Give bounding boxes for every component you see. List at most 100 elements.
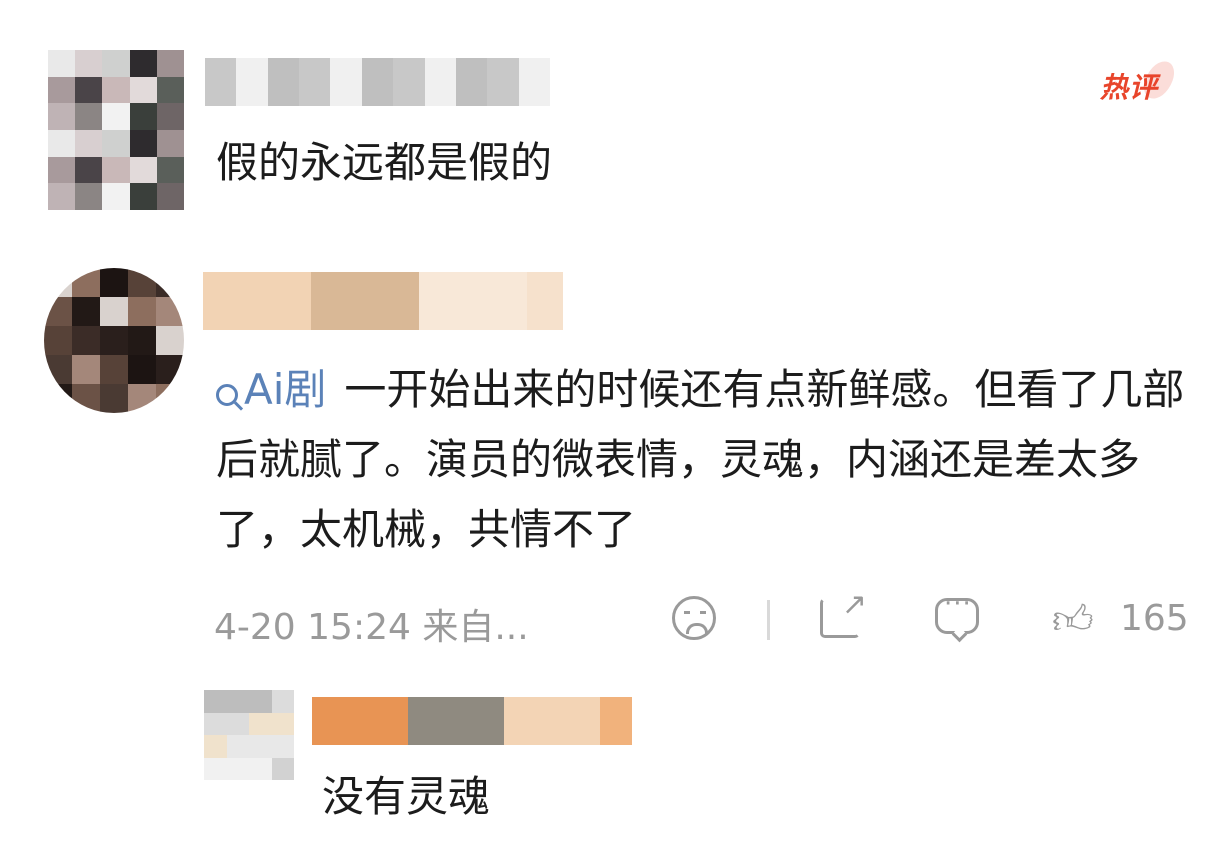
mosaic-cell bbox=[249, 690, 272, 713]
mosaic-cell bbox=[129, 183, 157, 210]
comment-timestamp: 4-20 15:24 bbox=[214, 607, 411, 648]
mosaic-cell bbox=[72, 384, 100, 413]
like-count[interactable]: 165 bbox=[1120, 598, 1189, 639]
mosaic-cell bbox=[129, 76, 157, 104]
mosaic-cell bbox=[275, 272, 311, 330]
mosaic-cell bbox=[75, 76, 103, 104]
hot-comment-badge: 热评 bbox=[1100, 56, 1179, 106]
mosaic-cell bbox=[455, 58, 488, 106]
mosaic-cell bbox=[271, 690, 294, 713]
mosaic-cell bbox=[156, 297, 184, 326]
topic-link-label: Ai剧 bbox=[244, 365, 327, 414]
mosaic-cell bbox=[361, 58, 394, 106]
search-icon bbox=[216, 384, 238, 406]
mosaic-cell bbox=[75, 129, 103, 157]
topic-link-ai-drama[interactable]: Ai剧 bbox=[216, 365, 326, 414]
mosaic-cell bbox=[72, 326, 100, 355]
reply-text: 没有灵魂 bbox=[322, 772, 491, 821]
mosaic-cell bbox=[424, 58, 456, 106]
mosaic-cell bbox=[48, 50, 76, 77]
mosaic-cell bbox=[72, 355, 100, 384]
mosaic-cell bbox=[100, 268, 128, 297]
comment-icon[interactable] bbox=[935, 589, 979, 634]
username-commenter-2-blurred[interactable] bbox=[203, 272, 563, 330]
avatar-commenter-2[interactable] bbox=[44, 268, 184, 413]
mosaic-cell bbox=[72, 297, 100, 326]
mosaic-cell bbox=[271, 757, 294, 780]
mosaic-cell bbox=[226, 735, 249, 758]
mosaic-cell bbox=[102, 183, 130, 210]
mosaic-cell bbox=[204, 757, 227, 780]
mosaic-cell bbox=[44, 268, 72, 297]
mosaic-cell bbox=[75, 50, 103, 77]
mosaic-cell bbox=[299, 58, 331, 106]
mosaic-cell bbox=[128, 355, 156, 384]
mosaic-cell bbox=[129, 156, 157, 184]
comment-2-text: Ai剧 一开始出来的时候还有点新鲜感。但看了几部后就腻了。演员的微表情，灵魂，内涵… bbox=[216, 355, 1196, 565]
mosaic-cell bbox=[44, 297, 72, 326]
mosaic-cell bbox=[376, 697, 408, 745]
mosaic-cell bbox=[271, 712, 294, 735]
mosaic-cell bbox=[271, 735, 294, 758]
mosaic-cell bbox=[48, 129, 76, 157]
mosaic-cell bbox=[129, 129, 157, 157]
mosaic-cell bbox=[48, 183, 76, 210]
username-replier-blurred[interactable] bbox=[312, 697, 632, 745]
mosaic-cell bbox=[102, 103, 130, 130]
mosaic-cell bbox=[129, 103, 157, 130]
mosaic-cell bbox=[156, 50, 184, 77]
mosaic-cell bbox=[44, 355, 72, 384]
mosaic-cell bbox=[491, 272, 527, 330]
mosaic-cell bbox=[236, 58, 268, 106]
mosaic-cell bbox=[249, 757, 272, 780]
mosaic-cell bbox=[527, 272, 563, 330]
mosaic-cell bbox=[128, 268, 156, 297]
username-commenter-1-blurred[interactable] bbox=[205, 58, 550, 106]
mosaic-cell bbox=[156, 384, 184, 413]
avatar-commenter-1[interactable] bbox=[48, 50, 184, 210]
mosaic-cell bbox=[419, 272, 455, 330]
mosaic-cell bbox=[408, 697, 440, 745]
share-icon[interactable] bbox=[820, 587, 867, 638]
mosaic-cell bbox=[568, 697, 600, 745]
mosaic-cell bbox=[455, 272, 491, 330]
mosaic-cell bbox=[156, 183, 184, 210]
comment-source: 来自... bbox=[422, 607, 529, 648]
comment-1-text: 假的永远都是假的 bbox=[216, 138, 553, 187]
thumbs-up-icon[interactable]: 👍︎ bbox=[1052, 596, 1094, 644]
comment-2-meta: 4-20 15:24 来自... bbox=[214, 598, 529, 650]
mosaic-cell bbox=[267, 58, 300, 106]
mosaic-cell bbox=[156, 156, 184, 184]
mosaic-cell bbox=[128, 297, 156, 326]
mosaic-cell bbox=[536, 697, 568, 745]
mosaic-cell bbox=[472, 697, 504, 745]
mosaic-cell bbox=[226, 712, 249, 735]
action-divider bbox=[767, 600, 770, 640]
mosaic-cell bbox=[226, 690, 249, 713]
mosaic-cell bbox=[48, 76, 76, 104]
mosaic-cell bbox=[129, 50, 157, 77]
mosaic-cell bbox=[249, 712, 272, 735]
mosaic-cell bbox=[100, 384, 128, 413]
mosaic-cell bbox=[100, 297, 128, 326]
comment-2-body: 一开始出来的时候还有点新鲜感。但看了几部后就腻了。演员的微表情，灵魂，内涵还是差… bbox=[216, 365, 1185, 554]
sad-face-icon[interactable] bbox=[672, 596, 716, 640]
mosaic-cell bbox=[156, 355, 184, 384]
mosaic-cell bbox=[204, 735, 227, 758]
mosaic-cell bbox=[102, 156, 130, 184]
mosaic-cell bbox=[102, 129, 130, 157]
mosaic-cell bbox=[205, 58, 237, 106]
mosaic-cell bbox=[72, 268, 100, 297]
mosaic-cell bbox=[48, 156, 76, 184]
mosaic-cell bbox=[203, 272, 239, 330]
mosaic-cell bbox=[100, 326, 128, 355]
mosaic-cell bbox=[100, 355, 128, 384]
mosaic-cell bbox=[156, 103, 184, 130]
avatar-replier[interactable] bbox=[204, 690, 294, 780]
mosaic-cell bbox=[383, 272, 419, 330]
mosaic-cell bbox=[44, 384, 72, 413]
mosaic-cell bbox=[128, 384, 156, 413]
mosaic-cell bbox=[312, 697, 344, 745]
mosaic-cell bbox=[75, 156, 103, 184]
mosaic-cell bbox=[440, 697, 472, 745]
